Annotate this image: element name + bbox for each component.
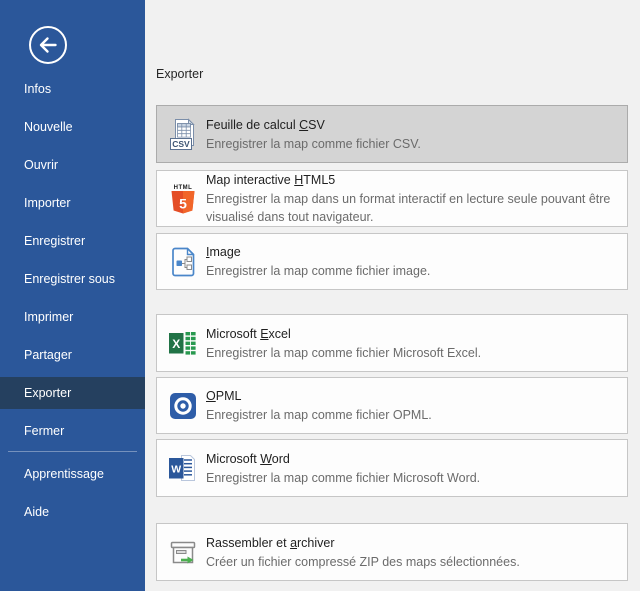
sidebar-item-infos[interactable]: Infos	[0, 73, 145, 105]
export-option-title: Image	[206, 243, 430, 262]
svg-text:CSV: CSV	[172, 139, 190, 149]
sidebar-item-nouvelle[interactable]: Nouvelle	[0, 111, 145, 143]
export-option-description: Enregistrer la map comme fichier CSV.	[206, 135, 421, 153]
export-option-title: Rassembler et archiver	[206, 534, 520, 553]
excel-icon: X	[167, 326, 199, 360]
export-option-pack-and-go[interactable]: Rassembler et archiver Créer un fichier …	[156, 523, 628, 581]
sidebar-item-ouvrir[interactable]: Ouvrir	[0, 149, 145, 181]
export-option-description: Enregistrer la map comme fichier image.	[206, 262, 430, 280]
backstage-view: Infos Nouvelle Ouvrir Importer Enregistr…	[0, 0, 640, 591]
sidebar-divider	[8, 451, 137, 452]
word-icon: W	[167, 451, 199, 485]
export-option-description: Enregistrer la map comme fichier Microso…	[206, 469, 480, 487]
sidebar-item-exporter[interactable]: Exporter	[0, 377, 145, 409]
export-option-image[interactable]: Image Enregistrer la map comme fichier i…	[156, 233, 628, 290]
export-option-description: Enregistrer la map dans un format intera…	[206, 190, 617, 226]
csv-spreadsheet-icon: CSV	[167, 117, 199, 151]
export-option-html5[interactable]: HTML 5 Map interactive HTML5 Enregistrer…	[156, 170, 628, 227]
html5-icon: HTML 5	[167, 182, 199, 216]
back-arrow-icon	[28, 25, 68, 65]
sidebar-item-aide[interactable]: Aide	[0, 496, 145, 528]
export-option-title: Map interactive HTML5	[206, 171, 617, 190]
export-option-title: Microsoft Excel	[206, 325, 481, 344]
backstage-sidebar: Infos Nouvelle Ouvrir Importer Enregistr…	[0, 0, 145, 591]
sidebar-item-fermer[interactable]: Fermer	[0, 415, 145, 447]
export-panel: Exporter CSV Feuille de calcul CSV Enreg…	[145, 0, 640, 591]
export-option-description: Enregistrer la map comme fichier Microso…	[206, 344, 481, 362]
export-option-excel[interactable]: X Microsoft Excel Enregistrer la map com…	[156, 314, 628, 372]
svg-text:5: 5	[179, 195, 187, 211]
export-option-title: OPML	[206, 387, 432, 406]
svg-text:W: W	[171, 464, 181, 476]
sidebar-item-enregistrer[interactable]: Enregistrer	[0, 225, 145, 257]
image-map-icon	[167, 245, 199, 279]
export-option-csv[interactable]: CSV Feuille de calcul CSV Enregistrer la…	[156, 105, 628, 163]
sidebar-item-imprimer[interactable]: Imprimer	[0, 301, 145, 333]
svg-text:HTML: HTML	[174, 185, 193, 191]
archive-box-icon	[167, 535, 199, 569]
back-button[interactable]	[28, 25, 68, 65]
opml-target-icon	[167, 389, 199, 423]
export-option-title: Microsoft Word	[206, 450, 480, 469]
sidebar-item-enregistrer-sous[interactable]: Enregistrer sous	[0, 263, 145, 295]
export-option-description: Enregistrer la map comme fichier OPML.	[206, 406, 432, 424]
sidebar-item-partager[interactable]: Partager	[0, 339, 145, 371]
export-option-description: Créer un fichier compressé ZIP des maps …	[206, 553, 520, 571]
export-option-opml[interactable]: OPML Enregistrer la map comme fichier OP…	[156, 377, 628, 434]
sidebar-item-importer[interactable]: Importer	[0, 187, 145, 219]
sidebar-item-apprentissage[interactable]: Apprentissage	[0, 458, 145, 490]
page-title: Exporter	[156, 67, 203, 81]
export-option-word[interactable]: W Microsoft Word Enregistrer la map comm…	[156, 439, 628, 497]
export-option-title: Feuille de calcul CSV	[206, 116, 421, 135]
svg-text:X: X	[172, 337, 180, 351]
